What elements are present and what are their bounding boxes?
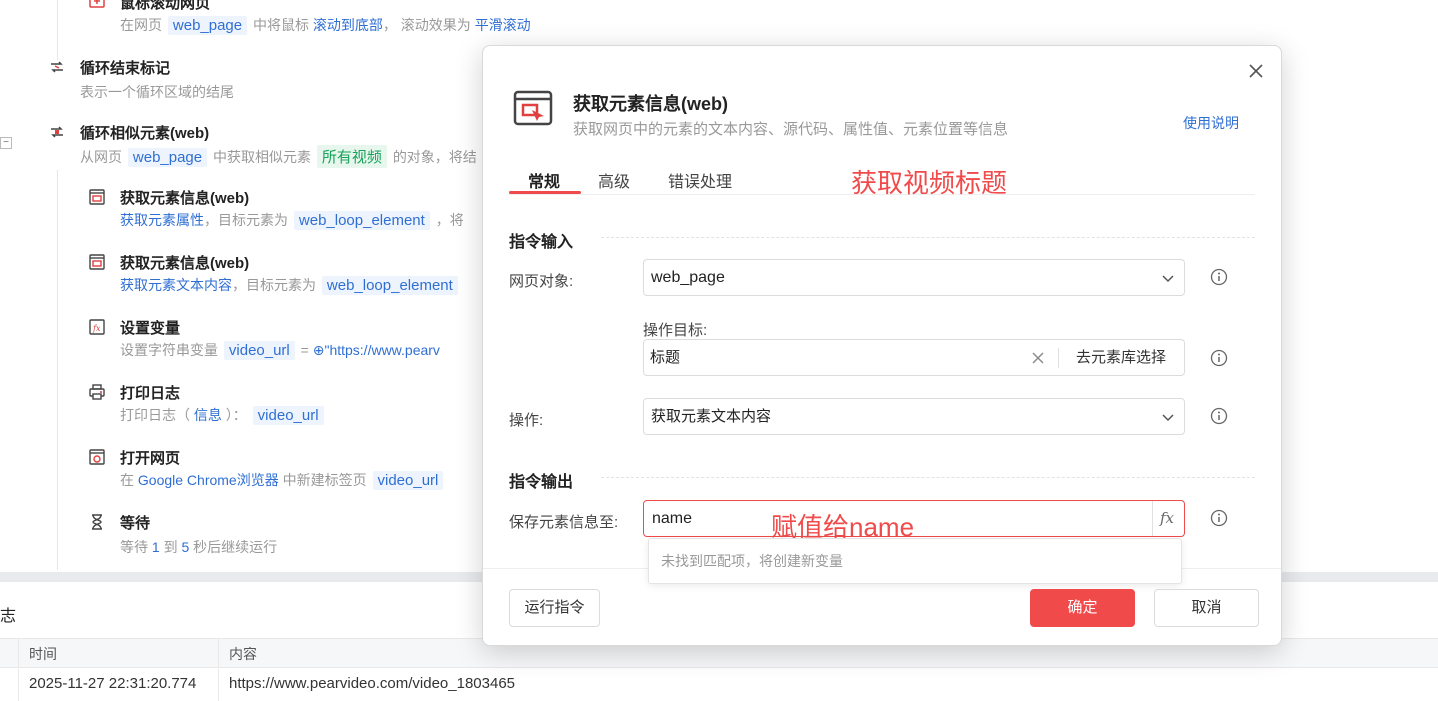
column-header-time[interactable]: 时间 [29,639,57,667]
dialog-title: 获取元素信息(web) [573,94,728,114]
fx-icon[interactable]: fx [1160,501,1174,536]
step-title[interactable]: 等待 [120,512,150,533]
table-row[interactable]: 2025-11-27 22:31:20.774 https://www.pear… [0,669,1438,701]
info-icon[interactable] [1210,509,1228,527]
section-divider [601,477,1255,478]
autocomplete-dropdown: 未找到匹配项，将创建新变量 [648,538,1182,584]
section-title-output: 指令输出 [509,474,574,491]
pick-element-button[interactable]: 去元素库选择 [1076,340,1166,375]
help-link[interactable]: 使用说明 [1183,113,1239,133]
log-content: https://www.pearvideo.com/video_1803465 [229,675,516,692]
operation-select[interactable]: 获取元素文本内容 [643,398,1185,435]
log-panel-title: 志 [0,608,17,625]
step-desc: 获取元素文本内容，目标元素为 web_loop_element [120,275,460,295]
collapse-toggle[interactable]: − [0,137,12,149]
clear-icon[interactable] [1032,352,1044,364]
annotation-text: 获取视频标题 [851,168,1008,198]
tab-error-handling[interactable]: 错误处理 [668,168,732,192]
var-tag: web_page [127,148,208,167]
confirm-button[interactable]: 确定 [1030,589,1135,627]
close-icon[interactable] [1247,62,1265,80]
step-desc: 设置字符串变量 video_url = ⊕"https://www.pearv [120,341,440,360]
step-desc: 在 Google Chrome浏览器 中新建标签页 video_url [120,470,445,490]
step-title[interactable]: 打印日志 [120,382,180,403]
step-desc: 打印日志（ 信息 ）： video_url [120,405,326,425]
loop-icon [51,126,63,138]
log-time: 2025-11-27 22:31:20.774 [29,675,197,692]
web-element-icon [513,90,553,126]
dialog-subtitle: 获取网页中的元素的文本内容、源代码、属性值、元素位置等信息 [573,121,1009,138]
step-desc: 表示一个循环区域的结尾 [80,84,234,100]
element-tag: 所有视频 [316,145,387,168]
run-command-button[interactable]: 运行指令 [509,589,600,627]
field-label: 保存元素信息至: [509,514,619,531]
step-title[interactable]: 鼠标滚动网页 [120,0,210,13]
variable-icon: fx [89,319,105,335]
tab-general[interactable]: 常规 [528,168,560,192]
step-title[interactable]: 循环结束标记 [80,57,170,78]
field-label: 网页对象: [509,273,574,290]
var-tag: web_page [167,16,248,35]
cancel-button[interactable]: 取消 [1154,589,1259,627]
step-desc: 获取元素属性，目标元素为 web_loop_element ，将 [120,211,464,230]
var-tag: web_loop_element [321,276,458,295]
loop-end-icon [51,61,63,73]
field-label: 操作目标: [643,322,708,339]
svg-text:fx: fx [92,324,101,333]
step-desc: 从网页 web_page 中获取相似元素 所有视频 的对象，将结 [80,145,477,168]
operation-target-field[interactable]: 标题 去元素库选择 [643,339,1185,376]
info-icon[interactable] [1210,407,1228,425]
var-tag: web_loop_element [293,211,430,230]
element-info-dialog: 获取元素信息(web) 获取网页中的元素的文本内容、源代码、属性值、元素位置等信… [482,45,1282,646]
chevron-down-icon [1162,275,1174,283]
var-tag: video_url [372,471,444,490]
section-divider [601,237,1255,238]
link-icon: ⊕ [312,342,325,358]
browser-icon [89,449,105,465]
var-tag: video_url [252,406,324,425]
column-header-content[interactable]: 内容 [229,639,257,667]
step-title[interactable]: 获取元素信息(web) [120,187,249,208]
web-element-icon [89,254,105,270]
web-page-select[interactable]: web_page [643,259,1185,296]
hourglass-icon [92,514,102,530]
step-title[interactable]: 获取元素信息(web) [120,252,249,273]
web-element-icon [89,189,105,205]
tab-advanced[interactable]: 高级 [598,168,630,192]
autocomplete-hint: 未找到匹配项，将创建新变量 [661,553,843,569]
field-label: 操作: [509,412,544,429]
step-desc: 在网页 web_page 中将鼠标 滚动到底部， 滚动效果为 平滑滚动 [120,16,531,35]
tab-active-indicator [509,191,581,194]
printer-icon [89,384,105,400]
var-tag: video_url [223,341,295,360]
step-title[interactable]: 打开网页 [120,447,180,468]
flow-connector [57,0,58,60]
step-title[interactable]: 循环相似元素(web) [80,122,209,143]
info-icon[interactable] [1210,268,1228,286]
chevron-down-icon [1162,414,1174,422]
mouse-scroll-icon [89,0,105,8]
step-desc: 等待 1 到 5 秒后继续运行 [120,539,278,555]
step-title[interactable]: 设置变量 [120,317,180,338]
flow-connector [57,170,58,570]
section-title-input: 指令输入 [509,234,574,251]
info-icon[interactable] [1210,349,1228,367]
